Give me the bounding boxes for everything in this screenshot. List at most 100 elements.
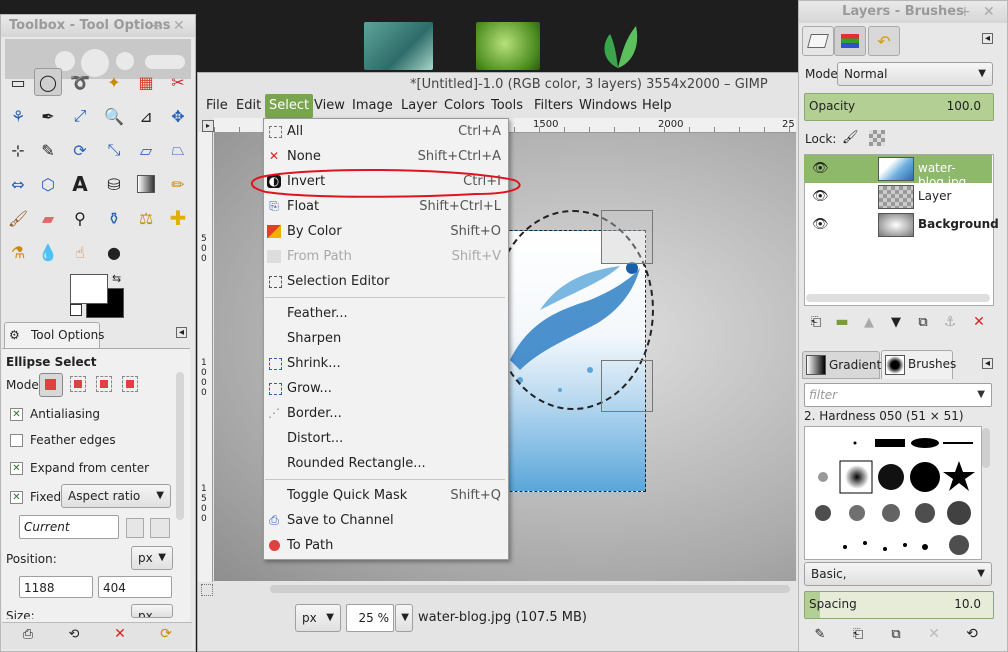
rect-select-tool-icon[interactable]: ▭ [4, 68, 32, 96]
text-tool-icon[interactable]: A [66, 170, 94, 198]
menu-item-shrink[interactable]: Shrink... [263, 351, 507, 376]
blend-tool-icon[interactable] [132, 170, 160, 198]
position-x-field[interactable]: 1188 [19, 576, 93, 598]
tab-channels[interactable] [834, 26, 866, 56]
menu-windows[interactable]: Windows [575, 94, 641, 118]
menu-item-feather[interactable]: Feather... [263, 301, 507, 326]
select-by-color-tool-icon[interactable]: ▦ [132, 68, 160, 96]
desktop-icon-water[interactable] [364, 22, 433, 70]
menu-colors[interactable]: Colors [440, 94, 489, 118]
scissors-tool-icon[interactable]: ✂ [164, 68, 192, 96]
status-unit-combo[interactable]: px ▼ [295, 604, 341, 632]
new-layer-icon[interactable]: ⎗ [802, 308, 830, 336]
quick-mask-corner-icon[interactable]: ▸ [202, 120, 214, 132]
brush-grid[interactable] [804, 426, 982, 560]
ellipse-select-tool-icon[interactable]: ◯ [34, 68, 62, 96]
menu-tools[interactable]: Tools [487, 94, 527, 118]
brushes-dock-menu-icon[interactable]: ◂ [982, 358, 993, 369]
blur-tool-icon[interactable]: 💧 [34, 238, 62, 266]
size-unit-combo[interactable]: px [131, 604, 173, 618]
visibility-eye-icon[interactable]: 👁 [812, 161, 829, 176]
menu-item-to-path[interactable]: To Path [263, 533, 507, 558]
visibility-eye-icon[interactable]: 👁 [812, 189, 829, 204]
feather-edges-checkbox[interactable] [10, 434, 23, 447]
ink-tool-icon[interactable]: ⚱ [100, 204, 128, 232]
layers-dock-menu-icon[interactable]: ◂ [982, 33, 993, 44]
menu-item-toggle-quick-mask[interactable]: Toggle Quick Mask Shift+Q [263, 483, 507, 508]
desktop-icon-leaf-logo[interactable] [596, 22, 640, 70]
delete-brush-icon[interactable]: ✕ [920, 620, 948, 648]
free-select-tool-icon[interactable]: ➰ [66, 68, 94, 96]
tool-options-menu-icon[interactable]: ◂ [176, 327, 187, 338]
mode-add-button[interactable] [70, 376, 86, 392]
lower-layer-icon[interactable]: ▼ [882, 308, 910, 336]
brush-preset-combo[interactable]: Basic, ▼ [804, 562, 992, 586]
menu-item-border[interactable]: ⋰ Border... [263, 401, 507, 426]
fixed-current-field[interactable]: Current [19, 515, 119, 539]
menu-item-by-color[interactable]: By Color Shift+O [263, 219, 507, 244]
crop-tool-icon[interactable]: ✎ [34, 136, 62, 164]
layer-row-water-blog[interactable]: 👁 water-blog.jpg [804, 155, 992, 189]
menu-item-grow[interactable]: Grow... [263, 376, 507, 401]
foreground-select-tool-icon[interactable]: ⚘ [4, 102, 32, 130]
raise-layer-icon[interactable]: ▲ [855, 308, 883, 336]
opacity-slider[interactable]: Opacity 100.0 [804, 93, 994, 121]
new-brush-icon[interactable]: ⎗ [844, 620, 872, 648]
save-options-icon[interactable]: ⎙ [14, 620, 42, 648]
menu-select[interactable]: Select [265, 94, 314, 118]
edit-brush-icon[interactable]: ✎ [806, 620, 834, 648]
zoom-field[interactable]: 25 % [346, 604, 394, 632]
menu-view[interactable]: View [310, 94, 349, 118]
zoom-tool-icon[interactable]: 🔍 [100, 102, 128, 130]
shear-tool-icon[interactable]: ▱ [132, 136, 160, 164]
position-unit-combo[interactable]: px ▼ [131, 546, 173, 570]
visibility-eye-icon[interactable]: 👁 [812, 217, 829, 232]
fixed-combo[interactable]: Aspect ratio ▼ [61, 484, 171, 508]
menu-image[interactable]: Image [348, 94, 397, 118]
menu-filters[interactable]: Filters [530, 94, 577, 118]
menu-item-save-to-channel[interactable]: ⎙ Save to Channel [263, 508, 507, 533]
mode-intersect-button[interactable] [122, 376, 138, 392]
menu-item-all[interactable]: All Ctrl+A [263, 119, 507, 144]
toolbox-close-button[interactable]: ✕ [173, 15, 185, 37]
new-layer-group-icon[interactable]: ▬ [828, 308, 856, 336]
dodge-burn-tool-icon[interactable]: ● [100, 238, 128, 266]
measure-tool-icon[interactable]: ⊿ [132, 102, 160, 130]
layers-close-button[interactable]: ✕ [983, 1, 995, 23]
position-y-field[interactable]: 404 [98, 576, 172, 598]
lock-pixels-icon[interactable]: 🖌 [842, 130, 859, 145]
lock-alpha-icon[interactable] [869, 130, 885, 146]
perspective-tool-icon[interactable]: ⏢ [164, 136, 192, 164]
toolbox-pin-button[interactable]: + [151, 15, 163, 37]
duplicate-brush-icon[interactable]: ⧉ [882, 620, 910, 648]
align-tool-icon[interactable]: ⊹ [4, 136, 32, 164]
perspective-clone-tool-icon[interactable]: ⚗ [4, 238, 32, 266]
fixed-checkbox[interactable]: ✕ [10, 491, 23, 504]
brush-grid-scrollbar[interactable] [982, 428, 990, 468]
tab-undo-history[interactable]: ↶ [868, 26, 900, 56]
smudge-tool-icon[interactable]: ☝ [66, 238, 94, 266]
delete-layer-icon[interactable]: ✕ [965, 308, 993, 336]
paintbrush-tool-icon[interactable]: 🖌 [4, 204, 32, 232]
restore-options-icon[interactable]: ⟲ [60, 620, 88, 648]
spacing-slider[interactable]: Spacing 10.0 [804, 591, 994, 619]
refresh-brushes-icon[interactable]: ⟲ [958, 620, 986, 648]
menu-item-rounded-rectangle[interactable]: Rounded Rectangle... [263, 451, 507, 476]
selection-handle-top[interactable] [601, 210, 653, 264]
tool-options-scrollbar[interactable] [176, 372, 184, 520]
foreground-color-swatch[interactable] [70, 274, 108, 304]
scale-tool-icon[interactable]: ⤡ [100, 136, 128, 164]
portrait-button[interactable] [126, 518, 144, 538]
layer-row-background[interactable]: 👁 Background [804, 211, 999, 239]
color-picker-tool-icon[interactable]: ⤢ [66, 102, 94, 130]
pencil-tool-icon[interactable]: ✏ [164, 170, 192, 198]
menu-item-sharpen[interactable]: Sharpen [263, 326, 507, 351]
duplicate-layer-icon[interactable]: ⧉ [909, 308, 937, 336]
delete-options-icon[interactable]: ✕ [106, 620, 134, 648]
horizontal-scrollbar[interactable] [270, 585, 790, 593]
antialiasing-checkbox[interactable]: ✕ [10, 408, 23, 421]
tab-brushes[interactable]: Brushes [881, 350, 956, 379]
mode-subtract-button[interactable] [96, 376, 112, 392]
layers-hscrollbar[interactable] [806, 294, 990, 302]
fuzzy-select-tool-icon[interactable]: ✦ [100, 68, 128, 96]
